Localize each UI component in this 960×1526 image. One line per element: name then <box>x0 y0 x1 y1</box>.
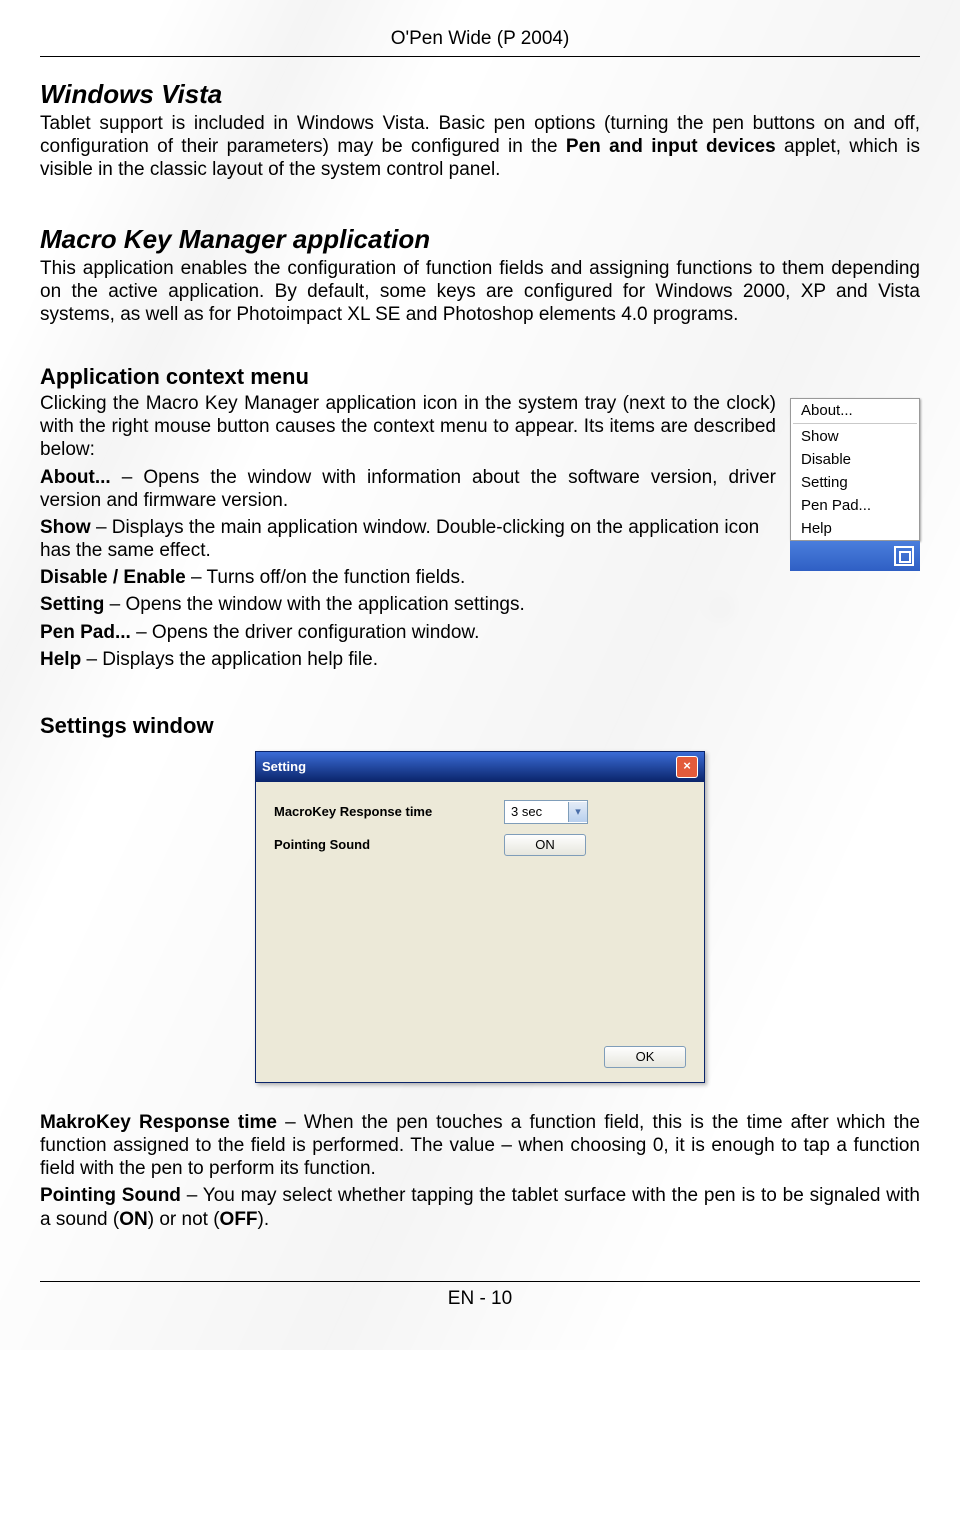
menu-item-penpad[interactable]: Pen Pad... <box>791 494 919 517</box>
menu-separator <box>793 423 917 424</box>
heading-settings-window: Settings window <box>40 713 920 739</box>
doc-header: O'Pen Wide (P 2004) <box>40 28 920 50</box>
paragraph-mkm: This application enables the configurati… <box>40 257 920 327</box>
desc-pointing-sound: Pointing Sound – You may select whether … <box>40 1184 920 1230</box>
heading-windows-vista: Windows Vista <box>40 79 920 110</box>
menu-item-show[interactable]: Show <box>791 425 919 448</box>
text: – Opens the window with the application … <box>104 594 524 615</box>
chevron-down-icon: ▾ <box>568 802 587 822</box>
text-bold: MakroKey Response time <box>40 1112 277 1133</box>
label-pointing-sound: Pointing Sound <box>274 837 504 852</box>
ctx-disable-line: Disable / Enable – Turns off/on the func… <box>40 566 920 589</box>
ctx-penpad-line: Pen Pad... – Opens the driver configurat… <box>40 621 920 644</box>
page: O'Pen Wide (P 2004) Windows Vista Tablet… <box>0 0 960 1350</box>
row-pointing-sound: Pointing Sound ON <box>274 834 686 856</box>
text: – Opens the driver configuration window. <box>131 622 480 643</box>
context-menu-screenshot: About... Show Disable Setting Pen Pad...… <box>790 398 920 571</box>
select-response-time[interactable]: 3 sec ▾ <box>504 800 588 824</box>
desc-response-time: MakroKey Response time – When the pen to… <box>40 1111 920 1181</box>
text-bold: Pointing Sound <box>40 1185 181 1206</box>
paragraph-ctx-intro: Clicking the Macro Key Manager applicati… <box>40 392 920 462</box>
menu-item-setting[interactable]: Setting <box>791 471 919 494</box>
text: ). <box>258 1209 270 1230</box>
divider-bottom <box>40 1281 920 1282</box>
heading-macro-key-manager: Macro Key Manager application <box>40 224 920 255</box>
ctx-about-line: About... – Opens the window with informa… <box>40 466 920 512</box>
tray-app-icon[interactable] <box>894 546 914 566</box>
text: – Displays the main application window. … <box>40 517 759 561</box>
row-response-time: MacroKey Response time 3 sec ▾ <box>274 800 686 824</box>
menu-item-disable[interactable]: Disable <box>791 448 919 471</box>
text: – Turns off/on the function fields. <box>186 567 466 588</box>
text-bold: Pen Pad... <box>40 622 131 643</box>
text: – Displays the application help file. <box>81 649 378 670</box>
paragraph-vista: Tablet support is included in Windows Vi… <box>40 112 920 182</box>
text-bold: About... <box>40 467 111 488</box>
text-bold: Pen and input devices <box>566 136 776 157</box>
doc-footer: EN - 10 <box>40 1288 920 1310</box>
ctx-show-line: Show – Displays the main application win… <box>40 516 920 562</box>
ctx-help-line: Help – Displays the application help fil… <box>40 648 920 671</box>
ok-button[interactable]: OK <box>604 1046 686 1068</box>
close-icon: × <box>683 758 691 773</box>
text-bold: Setting <box>40 594 104 615</box>
settings-dialog: Setting × MacroKey Response time 3 sec ▾… <box>255 751 705 1083</box>
system-tray <box>790 541 920 571</box>
dialog-title: Setting <box>262 759 306 774</box>
text-bold: Help <box>40 649 81 670</box>
settings-dialog-screenshot: Setting × MacroKey Response time 3 sec ▾… <box>40 751 920 1083</box>
text: – Opens the window with information abou… <box>40 467 776 511</box>
divider-top <box>40 56 920 57</box>
dialog-filler <box>274 866 686 1026</box>
menu-item-about[interactable]: About... <box>791 399 919 422</box>
text: ) or not ( <box>148 1209 220 1230</box>
dialog-body: MacroKey Response time 3 sec ▾ Pointing … <box>256 782 704 1036</box>
text-bold: ON <box>119 1209 148 1230</box>
dialog-titlebar: Setting × <box>256 752 704 782</box>
text-bold: OFF <box>220 1209 258 1230</box>
toggle-pointing-sound[interactable]: ON <box>504 834 586 856</box>
dialog-footer: OK <box>256 1036 704 1082</box>
select-value: 3 sec <box>505 804 568 819</box>
context-menu: About... Show Disable Setting Pen Pad...… <box>790 398 920 541</box>
menu-item-help[interactable]: Help <box>791 517 919 540</box>
ctx-setting-line: Setting – Opens the window with the appl… <box>40 593 920 616</box>
close-button[interactable]: × <box>676 756 698 778</box>
text-bold: Disable / Enable <box>40 567 186 588</box>
text-bold: Show <box>40 517 91 538</box>
label-response-time: MacroKey Response time <box>274 804 504 819</box>
heading-context-menu: Application context menu <box>40 364 920 390</box>
